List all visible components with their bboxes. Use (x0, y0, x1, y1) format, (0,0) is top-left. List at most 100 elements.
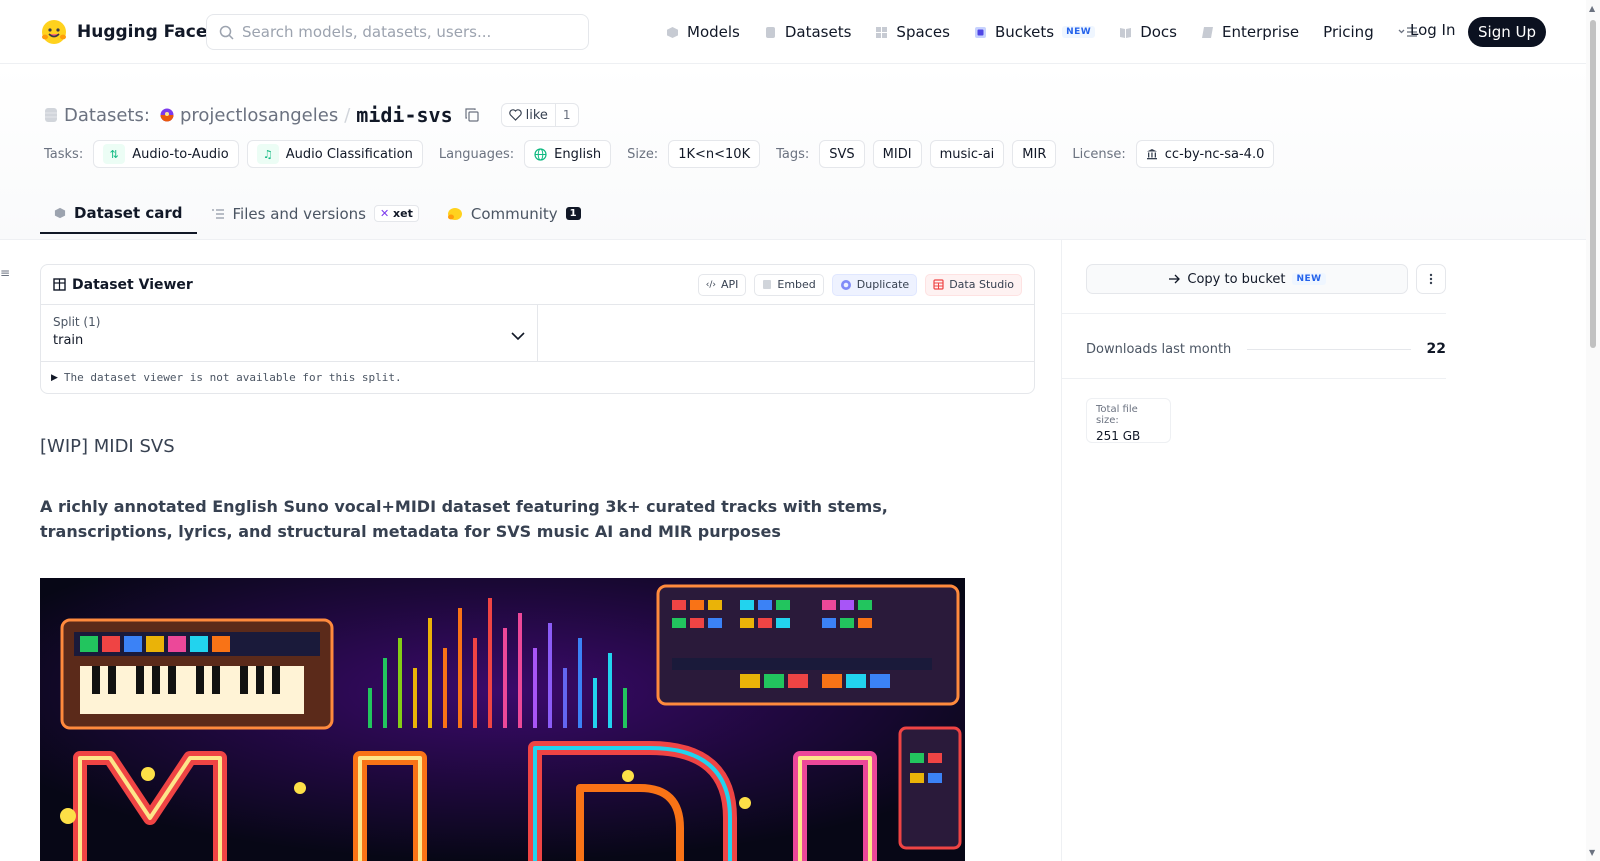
split-select[interactable]: Split (1) train (41, 305, 538, 361)
brand-name: Hugging Face (77, 22, 208, 42)
sidebar-toggle-icon[interactable]: ≡ (0, 267, 10, 279)
audio-to-audio-icon: ⇅ (103, 144, 126, 164)
tag-language-english[interactable]: English (524, 140, 612, 168)
heart-icon (508, 109, 522, 121)
split-value: train (53, 333, 84, 348)
dataset-icon (45, 108, 57, 122)
like-label: like (525, 107, 548, 123)
tag-task-label: Audio-to-Audio (132, 146, 229, 162)
page-scrollbar[interactable]: ▲ ▼ (1586, 0, 1600, 861)
search-icon (219, 25, 234, 40)
duplicate-icon (840, 279, 851, 290)
like-count[interactable]: 1 (554, 104, 578, 126)
repo-type-label: Datasets: (64, 104, 150, 126)
embed-icon (763, 280, 772, 289)
code-icon: ‹/› (705, 279, 716, 290)
scroll-up-icon[interactable]: ▲ (1589, 4, 1595, 13)
downloads-sparkline (1247, 348, 1411, 350)
viewer-message-text: The dataset viewer is not available for … (63, 371, 402, 384)
like-toggle[interactable]: like (502, 104, 555, 126)
viewer-actions: ‹/› API Embed Duplicate Data Studio (697, 273, 1022, 296)
split-label: Split (1) (53, 315, 101, 329)
size-label: Size: (627, 146, 659, 162)
nav-docs[interactable]: Docs (1119, 23, 1177, 41)
file-size-value: 251 GB (1096, 429, 1141, 443)
viewer-title: Dataset Viewer (53, 277, 193, 293)
nav-models-label: Models (687, 23, 740, 41)
split-row: Split (1) train (41, 305, 1034, 362)
tag-midi[interactable]: MIDI (872, 140, 922, 168)
api-button[interactable]: ‹/› API (697, 273, 747, 296)
more-options-button[interactable] (1416, 264, 1446, 294)
new-badge: NEW (1292, 273, 1326, 285)
spreadsheet-icon (933, 279, 944, 290)
viewer-header: Dataset Viewer ‹/› API Embed Duplicate D… (41, 265, 1034, 305)
nav-spaces[interactable]: Spaces (875, 23, 950, 41)
duplicate-button[interactable]: Duplicate (831, 273, 918, 296)
duplicate-button-label: Duplicate (856, 278, 910, 291)
copy-to-bucket-button[interactable]: Copy to bucket NEW (1086, 264, 1408, 294)
viewer-message[interactable]: ▶ The dataset viewer is not available fo… (41, 362, 1034, 393)
nav-buckets[interactable]: Buckets NEW (974, 23, 1096, 41)
tag-mir[interactable]: MIR (1012, 140, 1057, 168)
nav-buckets-label: Buckets (994, 23, 1055, 41)
scrollbar-thumb[interactable] (1590, 20, 1596, 348)
card-lead: A richly annotated English Suno vocal+MI… (40, 497, 888, 541)
tab-files-and-versions[interactable]: Files and versions ✕ xet (197, 193, 433, 234)
grid-icon (876, 26, 888, 38)
bucket-icon (974, 26, 986, 38)
repo-header: Datasets: projectlosangeles / midi-svs l… (0, 64, 1586, 240)
tab-dataset-card[interactable]: Dataset card (40, 193, 197, 234)
tag-task-audio-classification[interactable]: ♫ Audio Classification (246, 140, 423, 168)
nav-pricing-label: Pricing (1323, 23, 1374, 41)
like-button[interactable]: like 1 (500, 103, 579, 127)
repo-owner-link[interactable]: projectlosangeles (180, 105, 338, 126)
midi-artwork-image (40, 578, 965, 861)
nav-pricing[interactable]: Pricing (1323, 23, 1374, 41)
cube-icon (54, 207, 66, 218)
search-box[interactable] (206, 14, 589, 50)
embed-button-label: Embed (777, 278, 816, 291)
music-note-icon: ♫ (256, 144, 279, 164)
repo-tabs: Dataset card Files and versions ✕ xet Co… (40, 193, 595, 234)
xet-badge-label: xet (393, 207, 413, 220)
sidebar-divider (1061, 240, 1062, 861)
login-link[interactable]: Log In (1410, 21, 1456, 39)
nav-enterprise[interactable]: Enterprise (1201, 23, 1299, 41)
nav-datasets-label: Datasets (784, 23, 852, 41)
signup-button[interactable]: Sign Up (1468, 17, 1546, 47)
cube-icon (667, 26, 678, 38)
total-file-size: Total file size: 251 GB (1086, 398, 1171, 443)
nav-enterprise-label: Enterprise (1221, 23, 1300, 41)
tag-music-ai[interactable]: music-ai (929, 140, 1005, 168)
downloads-stat: Downloads last month 22 (1086, 340, 1446, 358)
scroll-down-icon[interactable]: ▼ (1589, 848, 1595, 857)
database-icon (765, 26, 775, 38)
data-studio-button[interactable]: Data Studio (925, 273, 1022, 296)
data-studio-button-label: Data Studio (949, 278, 1014, 291)
triangle-right-icon: ▶ (51, 372, 58, 383)
community-count-badge: 1 (565, 207, 581, 220)
repo-name[interactable]: midi-svs (356, 103, 452, 127)
nav-datasets[interactable]: Datasets (764, 23, 852, 41)
new-badge: NEW (1062, 26, 1096, 38)
table-icon (53, 278, 66, 291)
files-icon (211, 208, 224, 219)
tag-license[interactable]: cc-by-nc-sa-4.0 (1135, 140, 1275, 168)
main-nav: Models Datasets Spaces Buckets NEW Docs … (666, 18, 1418, 46)
enterprise-icon (1201, 26, 1213, 38)
tags-label: Tags: (776, 146, 810, 162)
tag-svs[interactable]: SVS (819, 140, 865, 168)
tab-community[interactable]: Community 1 (433, 193, 595, 234)
nav-models[interactable]: Models (666, 23, 740, 41)
search-input[interactable] (242, 23, 562, 41)
hero-image (40, 578, 965, 861)
tag-task-audio-to-audio[interactable]: ⇅ Audio-to-Audio (93, 140, 239, 168)
brand-link[interactable]: Hugging Face (40, 17, 207, 47)
tag-size[interactable]: 1K<n<10K (668, 140, 761, 168)
tag-language-label: English (554, 146, 602, 162)
copy-icon[interactable] (465, 108, 479, 122)
embed-button[interactable]: Embed (754, 273, 824, 296)
tab-community-label: Community (470, 204, 558, 223)
book-icon (1120, 27, 1132, 38)
